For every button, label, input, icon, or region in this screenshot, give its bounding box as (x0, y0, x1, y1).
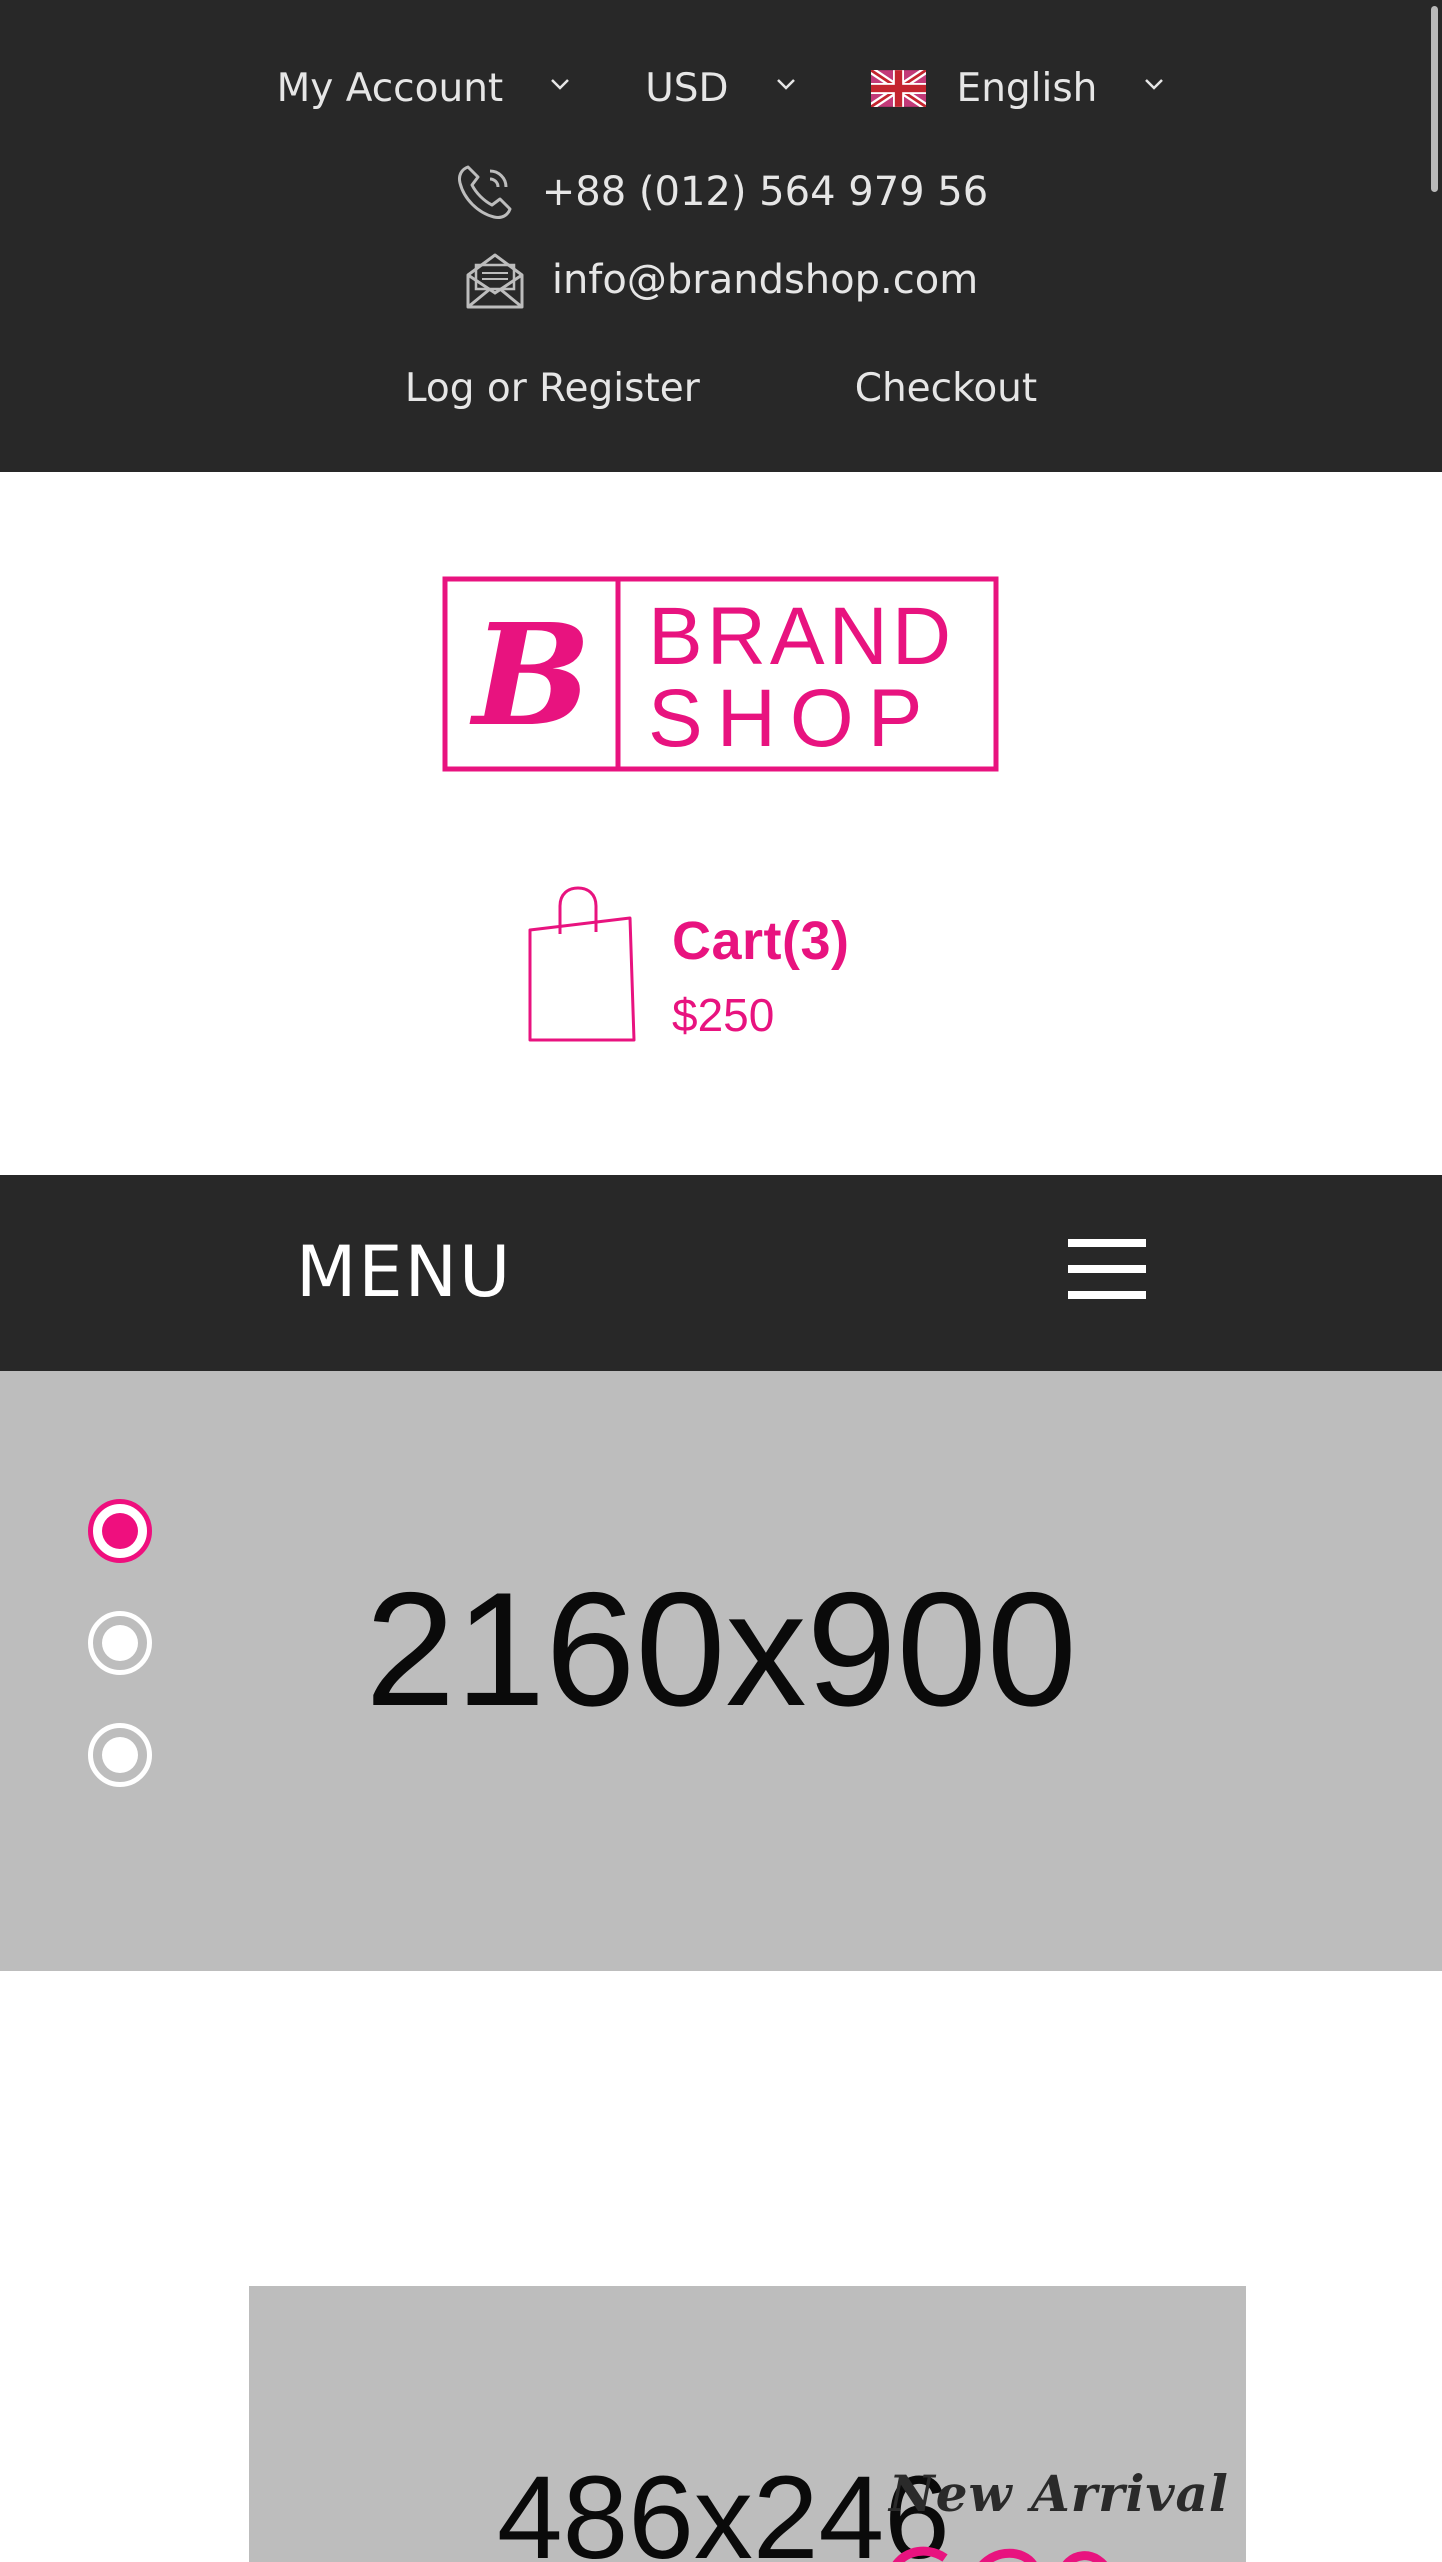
cart-title: Cart(3) (672, 911, 850, 971)
login-register-link[interactable]: Log or Register (405, 366, 700, 411)
svg-text:BRAND: BRAND (648, 591, 955, 682)
cart-total: $250 (672, 989, 775, 1041)
account-dropdown[interactable]: My Account (277, 66, 572, 111)
menu-bar: MENU (0, 1175, 1442, 1371)
hamburger-icon[interactable] (1068, 1239, 1148, 1301)
checkout-link[interactable]: Checkout (855, 366, 1037, 411)
phone-contact[interactable]: +88 (012) 564 979 56 (454, 161, 988, 223)
banner-image-placeholder: 486x246 (497, 2452, 950, 2562)
cart-widget[interactable]: Cart(3) $250 (526, 884, 946, 1044)
brand-logo[interactable]: B BRAND SHOP (442, 576, 999, 772)
language-dropdown-label: English (956, 65, 1098, 111)
currency-dropdown[interactable]: USD (645, 66, 796, 111)
phone-number: +88 (012) 564 979 56 (541, 169, 989, 215)
scrollbar[interactable] (1428, 0, 1442, 200)
menu-label[interactable]: MENU (296, 1231, 512, 1313)
svg-text:B: B (469, 594, 591, 758)
chevron-down-icon (551, 79, 570, 90)
envelope-icon (466, 253, 524, 309)
phone-row: +88 (012) 564 979 56 (0, 160, 1442, 224)
top-dropdowns: My Account USD English (0, 50, 1442, 126)
slider-image-placeholder: 2160x900 (365, 1559, 1077, 1740)
phone-icon (457, 165, 512, 219)
account-dropdown-label: My Account (276, 65, 504, 111)
promo-banner[interactable]: 486x246 New Arrival (249, 2286, 1246, 2562)
email-address: info@brandshop.com (551, 257, 979, 303)
uk-flag-icon (870, 69, 926, 107)
shopping-bag-icon (528, 886, 636, 1042)
slider-dot-1[interactable] (88, 1499, 152, 1563)
email-contact[interactable]: info@brandshop.com (464, 249, 978, 311)
banner-caption: New Arrival (889, 2464, 1229, 2523)
email-row: info@brandshop.com (0, 248, 1442, 312)
banner-accent (892, 2546, 1107, 2562)
svg-text:SHOP: SHOP (648, 673, 936, 764)
chevron-down-icon (776, 79, 795, 90)
auth-links: Log or Register Checkout (0, 352, 1442, 424)
currency-dropdown-label: USD (645, 65, 729, 111)
hero-slider: 2160x900 (0, 1371, 1442, 1971)
top-bar: My Account USD English +88 (012) 564 979… (0, 0, 1442, 472)
language-dropdown[interactable]: English (870, 65, 1166, 111)
scrollbar-thumb[interactable] (1431, 6, 1438, 192)
chevron-down-icon (1145, 79, 1164, 90)
